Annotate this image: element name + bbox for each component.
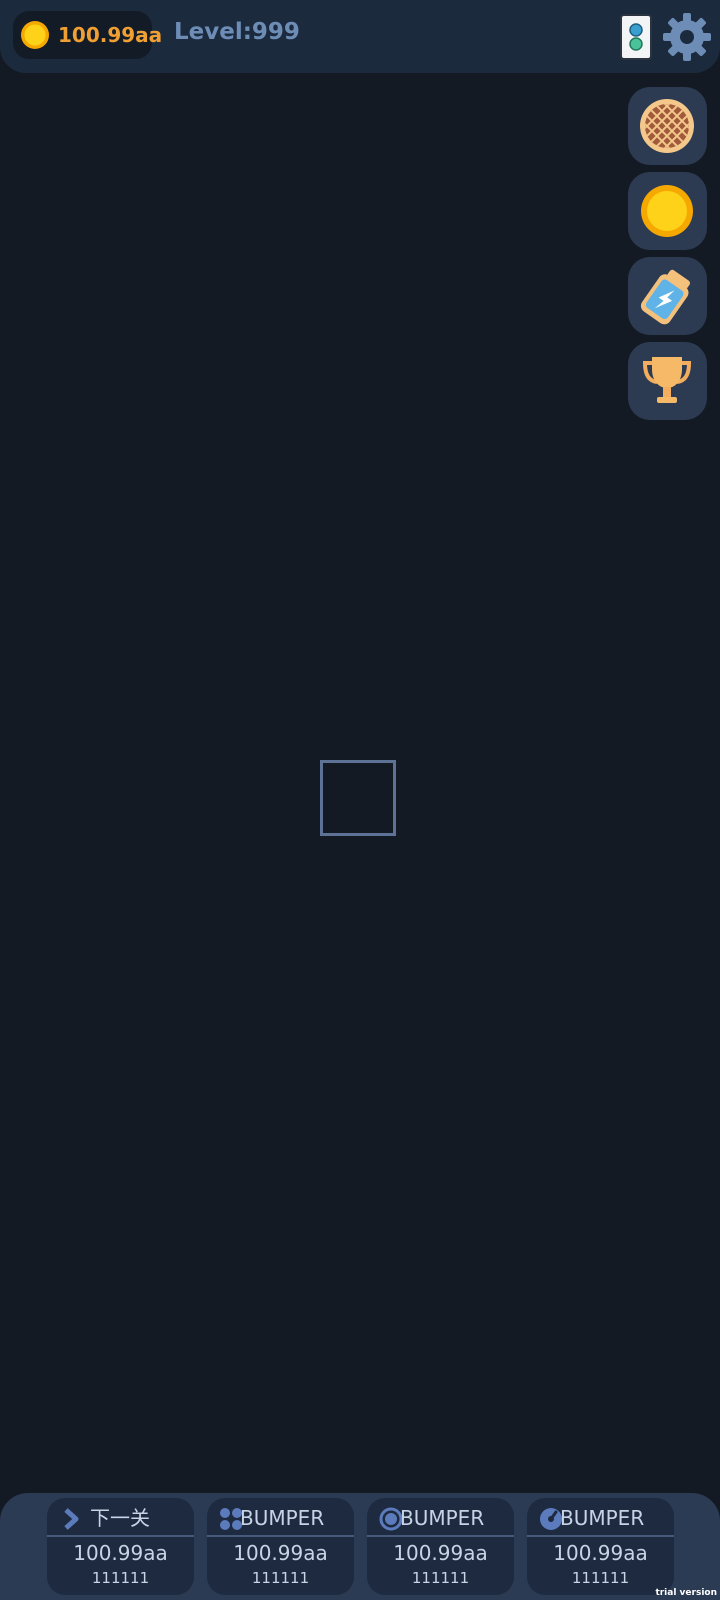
card-label: 下一关	[90, 1506, 150, 1530]
bumper-card-2[interactable]: BUMPER 100.99aa 111111	[367, 1498, 514, 1595]
energy-button[interactable]	[628, 257, 707, 335]
card-divider	[207, 1535, 354, 1537]
card-count: 111111	[411, 1569, 470, 1587]
chevron-right-icon	[64, 1508, 79, 1530]
card-divider	[367, 1535, 514, 1537]
card-value: 100.99aa	[233, 1541, 328, 1565]
coin-button[interactable]	[628, 172, 707, 250]
pie-button[interactable]	[628, 87, 707, 165]
battery-icon	[640, 269, 690, 325]
card-label: BUMPER	[240, 1506, 325, 1530]
card-divider	[527, 1535, 674, 1537]
card-label: BUMPER	[560, 1506, 645, 1530]
bumper-card-3[interactable]: BUMPER 100.99aa 111111	[527, 1498, 674, 1595]
pie-icon	[640, 99, 694, 153]
coin-balance: 100.99aa	[13, 11, 162, 59]
trophy-icon	[642, 357, 692, 403]
card-label: BUMPER	[400, 1506, 485, 1530]
settings-gear-icon[interactable]	[662, 12, 712, 62]
card-value: 100.99aa	[553, 1541, 648, 1565]
card-value: 100.99aa	[393, 1541, 488, 1565]
top-bar: 100.99aa Level:999	[0, 0, 720, 73]
next-level-card[interactable]: 下一关 100.99aa 111111	[47, 1498, 194, 1595]
center-target-square[interactable]	[320, 760, 396, 836]
card-count: 111111	[251, 1569, 310, 1587]
card-value: 100.99aa	[73, 1541, 168, 1565]
trophy-button[interactable]	[628, 342, 707, 420]
bumper-card-1[interactable]: BUMPER 100.99aa 111111	[207, 1498, 354, 1595]
coin-amount: 100.99aa	[58, 23, 163, 47]
coin-icon	[641, 185, 693, 237]
card-divider	[47, 1535, 194, 1537]
trial-watermark: trial version	[655, 1588, 717, 1598]
traffic-light-icon[interactable]	[620, 14, 652, 60]
level-label: Level:999	[174, 19, 300, 45]
coin-icon	[21, 21, 49, 49]
card-count: 111111	[91, 1569, 150, 1587]
card-count: 111111	[571, 1569, 630, 1587]
